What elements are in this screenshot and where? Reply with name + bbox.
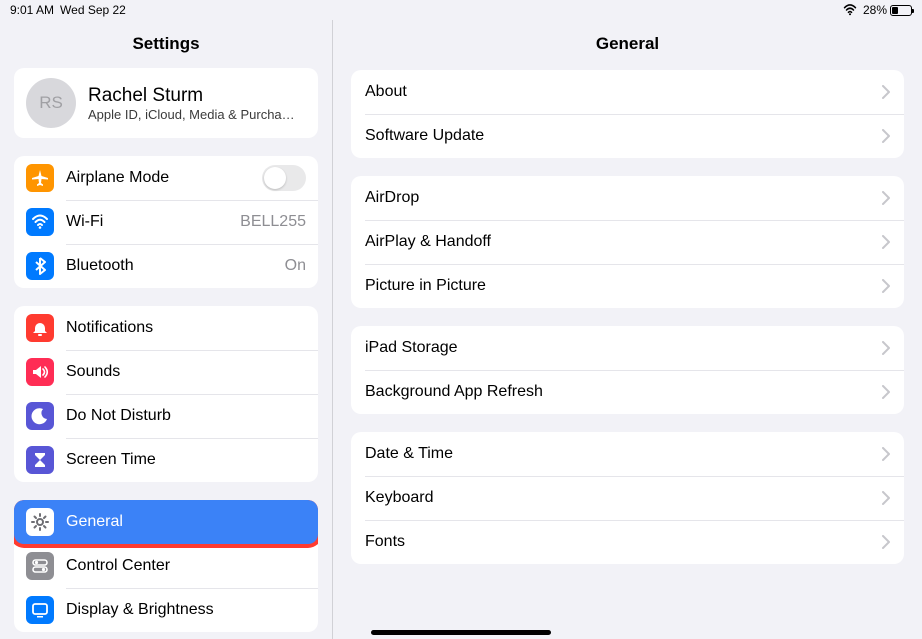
- detail-title: General: [333, 20, 922, 68]
- detail-row-pip[interactable]: Picture in Picture: [351, 264, 904, 308]
- profile-text: Rachel Sturm Apple ID, iCloud, Media & P…: [88, 85, 295, 122]
- sidebar-item-label: Airplane Mode: [66, 169, 250, 187]
- connectivity-group: Airplane Mode Wi-Fi BELL255 Bluetooth On: [14, 156, 318, 288]
- sidebar-item-label: Do Not Disturb: [66, 407, 306, 425]
- chevron-right-icon: [882, 191, 890, 205]
- detail-row-airplay-handoff[interactable]: AirPlay & Handoff: [351, 220, 904, 264]
- profile-card[interactable]: RS Rachel Sturm Apple ID, iCloud, Media …: [14, 68, 318, 138]
- split-view: Settings RS Rachel Sturm Apple ID, iClou…: [0, 20, 922, 639]
- detail-row-fonts[interactable]: Fonts: [351, 520, 904, 564]
- profile-subtitle: Apple ID, iCloud, Media & Purcha…: [88, 107, 295, 122]
- sidebar-item-wifi[interactable]: Wi-Fi BELL255: [14, 200, 318, 244]
- bluetooth-icon: [26, 252, 54, 280]
- chevron-right-icon: [882, 279, 890, 293]
- sidebar-item-label: Display & Brightness: [66, 601, 306, 619]
- airplane-icon: [26, 164, 54, 192]
- sidebar-item-bluetooth[interactable]: Bluetooth On: [14, 244, 318, 288]
- notifications-group: Notifications Sounds Do Not Disturb Screen …: [14, 306, 318, 482]
- status-bar: 9:01 AM Wed Sep 22 28%: [0, 0, 922, 20]
- sidebar-title: Settings: [0, 20, 332, 68]
- detail-row-label: iPad Storage: [365, 339, 882, 357]
- sidebar-item-label: General: [66, 513, 306, 531]
- detail-row-label: Date & Time: [365, 445, 882, 463]
- airplane-toggle[interactable]: [262, 165, 306, 191]
- sidebar-item-screentime[interactable]: Screen Time: [14, 438, 318, 482]
- wifi-status-icon: [843, 3, 857, 17]
- detail-section: AirDrop AirPlay & Handoff Picture in Pictu…: [351, 176, 904, 308]
- detail-row-about[interactable]: About: [351, 70, 904, 114]
- settings-sidebar: Settings RS Rachel Sturm Apple ID, iClou…: [0, 20, 333, 639]
- gear-icon: [26, 508, 54, 536]
- bluetooth-value: On: [285, 257, 306, 275]
- sidebar-item-label: Sounds: [66, 363, 306, 381]
- detail-row-label: Background App Refresh: [365, 383, 882, 401]
- battery-percent: 28%: [863, 3, 887, 17]
- home-indicator[interactable]: [371, 630, 551, 635]
- sidebar-item-label: Bluetooth: [66, 257, 273, 275]
- battery-indicator: 28%: [863, 3, 912, 17]
- root-window: 9:01 AM Wed Sep 22 28% Settings RS Rache…: [0, 0, 922, 639]
- profile-row[interactable]: RS Rachel Sturm Apple ID, iCloud, Media …: [14, 68, 318, 138]
- sidebar-item-label: Control Center: [66, 557, 306, 575]
- sidebar-item-general[interactable]: General: [14, 500, 318, 544]
- bell-icon: [26, 314, 54, 342]
- status-time: 9:01 AM: [10, 3, 54, 17]
- detail-scroll[interactable]: About Software Update AirDrop AirPlay & Han…: [333, 68, 922, 639]
- chevron-right-icon: [882, 341, 890, 355]
- chevron-right-icon: [882, 129, 890, 143]
- detail-row-label: About: [365, 83, 882, 101]
- avatar: RS: [26, 78, 76, 128]
- sidebar-scroll[interactable]: RS Rachel Sturm Apple ID, iCloud, Media …: [0, 68, 332, 639]
- sidebar-item-dnd[interactable]: Do Not Disturb: [14, 394, 318, 438]
- detail-pane: General About Software Update AirDrop AirPl…: [333, 20, 922, 639]
- moon-icon: [26, 402, 54, 430]
- hourglass-icon: [26, 446, 54, 474]
- profile-name: Rachel Sturm: [88, 85, 295, 107]
- detail-row-software-update[interactable]: Software Update: [351, 114, 904, 158]
- sidebar-item-label: Wi-Fi: [66, 213, 228, 231]
- sidebar-item-sounds[interactable]: Sounds: [14, 350, 318, 394]
- status-left: 9:01 AM Wed Sep 22: [10, 3, 126, 17]
- sidebar-item-label: Screen Time: [66, 451, 306, 469]
- detail-row-background-refresh[interactable]: Background App Refresh: [351, 370, 904, 414]
- detail-row-label: Fonts: [365, 533, 882, 551]
- detail-row-label: Keyboard: [365, 489, 882, 507]
- wifi-icon: [26, 208, 54, 236]
- display-icon: [26, 596, 54, 624]
- detail-row-label: Software Update: [365, 127, 882, 145]
- sidebar-item-controlcenter[interactable]: Control Center: [14, 544, 318, 588]
- detail-row-keyboard[interactable]: Keyboard: [351, 476, 904, 520]
- status-date: Wed Sep 22: [60, 3, 126, 17]
- battery-icon: [890, 5, 912, 16]
- detail-row-airdrop[interactable]: AirDrop: [351, 176, 904, 220]
- chevron-right-icon: [882, 491, 890, 505]
- chevron-right-icon: [882, 385, 890, 399]
- detail-row-ipad-storage[interactable]: iPad Storage: [351, 326, 904, 370]
- chevron-right-icon: [882, 535, 890, 549]
- chevron-right-icon: [882, 447, 890, 461]
- chevron-right-icon: [882, 235, 890, 249]
- detail-section: About Software Update: [351, 70, 904, 158]
- wifi-value: BELL255: [240, 213, 306, 231]
- general-group: General Control Center Display & Brightnes…: [14, 500, 318, 632]
- sidebar-item-notifications[interactable]: Notifications: [14, 306, 318, 350]
- detail-row-label: Picture in Picture: [365, 277, 882, 295]
- detail-row-label: AirDrop: [365, 189, 882, 207]
- sidebar-item-label: Notifications: [66, 319, 306, 337]
- detail-row-date-time[interactable]: Date & Time: [351, 432, 904, 476]
- detail-row-label: AirPlay & Handoff: [365, 233, 882, 251]
- sidebar-item-display[interactable]: Display & Brightness: [14, 588, 318, 632]
- detail-section: iPad Storage Background App Refresh: [351, 326, 904, 414]
- switches-icon: [26, 552, 54, 580]
- sidebar-item-airplane[interactable]: Airplane Mode: [14, 156, 318, 200]
- detail-section: Date & Time Keyboard Fonts: [351, 432, 904, 564]
- chevron-right-icon: [882, 85, 890, 99]
- status-right: 28%: [843, 3, 912, 17]
- speaker-icon: [26, 358, 54, 386]
